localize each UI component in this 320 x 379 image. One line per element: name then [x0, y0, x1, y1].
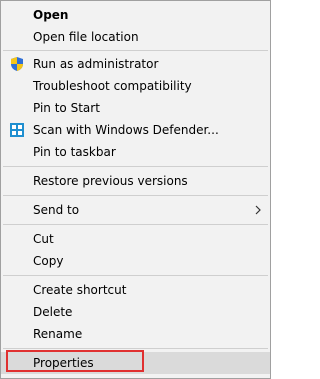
- windows-defender-icon: [10, 123, 24, 137]
- menu-separator: [3, 224, 268, 225]
- menu-item-send-to[interactable]: Send to: [1, 199, 270, 221]
- menu-item-copy[interactable]: Copy: [1, 250, 270, 272]
- menu-item-cut[interactable]: Cut: [1, 228, 270, 250]
- menu-item-pin-to-taskbar[interactable]: Pin to taskbar: [1, 141, 270, 163]
- menu-item-label: Pin to taskbar: [33, 145, 116, 159]
- menu-item-label: Properties: [33, 356, 94, 370]
- menu-separator: [3, 195, 268, 196]
- menu-item-label: Send to: [33, 203, 80, 217]
- menu-item-label: Restore previous versions: [33, 174, 188, 188]
- chevron-right-icon: [255, 205, 261, 215]
- menu-item-label: Pin to Start: [33, 101, 100, 115]
- menu-item-label: Delete: [33, 305, 73, 319]
- menu-item-label: Open file location: [33, 30, 139, 44]
- uac-shield-icon: [11, 57, 23, 71]
- menu-separator: [3, 166, 268, 167]
- menu-item-label: Scan with Windows Defender...: [33, 123, 219, 137]
- menu-item-label: Open: [33, 8, 69, 22]
- menu-item-open-file-location[interactable]: Open file location: [1, 26, 270, 48]
- menu-item-troubleshoot-compatibility[interactable]: Troubleshoot compatibility: [1, 75, 270, 97]
- menu-item-label: Rename: [33, 327, 83, 341]
- menu-item-create-shortcut[interactable]: Create shortcut: [1, 279, 270, 301]
- menu-item-rename[interactable]: Rename: [1, 323, 270, 345]
- context-menu: Open Open file location Run as administr…: [0, 0, 271, 379]
- menu-item-label: Copy: [33, 254, 64, 268]
- menu-separator: [3, 50, 268, 51]
- menu-item-properties[interactable]: Properties: [1, 352, 270, 374]
- menu-item-open[interactable]: Open: [1, 4, 270, 26]
- menu-item-label: Cut: [33, 232, 54, 246]
- menu-item-label: Troubleshoot compatibility: [33, 79, 192, 93]
- menu-item-run-as-administrator[interactable]: Run as administrator: [1, 53, 270, 75]
- menu-separator: [3, 275, 268, 276]
- menu-item-scan-with-windows-defender[interactable]: Scan with Windows Defender...: [1, 119, 270, 141]
- menu-item-delete[interactable]: Delete: [1, 301, 270, 323]
- menu-item-label: Create shortcut: [33, 283, 127, 297]
- menu-item-pin-to-start[interactable]: Pin to Start: [1, 97, 270, 119]
- menu-item-label: Run as administrator: [33, 57, 159, 71]
- menu-item-restore-previous-versions[interactable]: Restore previous versions: [1, 170, 270, 192]
- menu-separator: [3, 348, 268, 349]
